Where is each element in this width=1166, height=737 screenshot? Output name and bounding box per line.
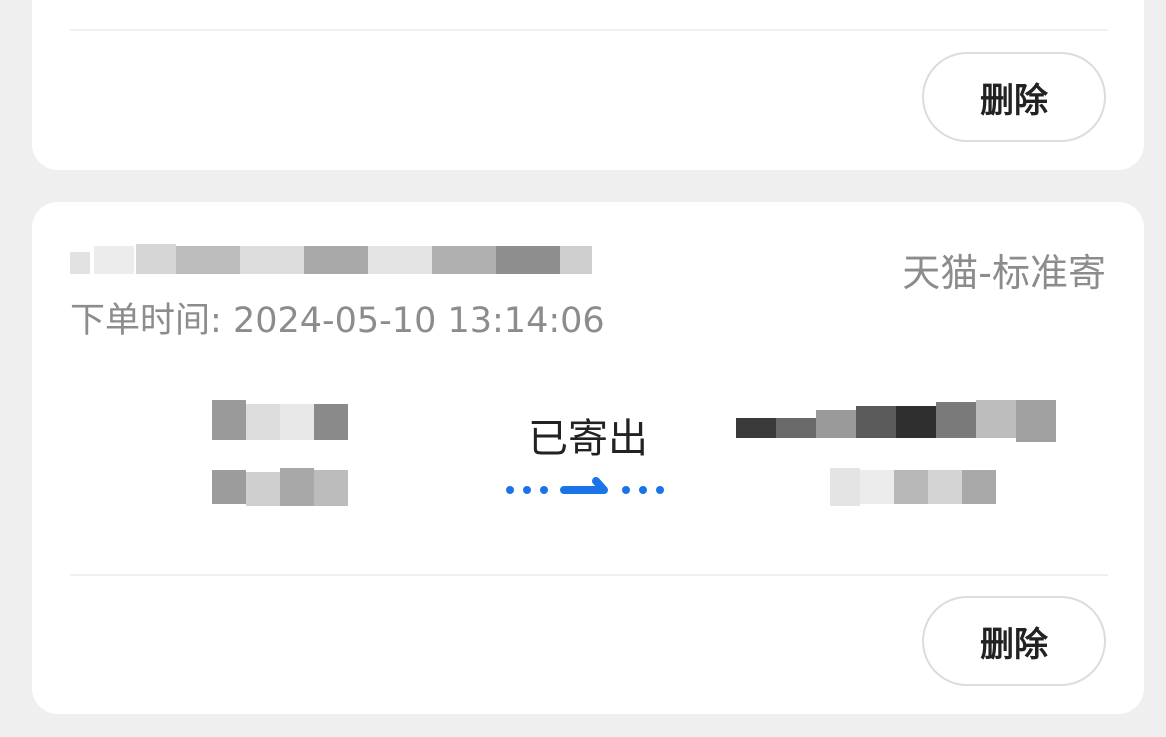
- delete-button[interactable]: 删除: [922, 596, 1106, 686]
- card-divider: [70, 574, 1108, 576]
- order-time: 下单时间: 2024-05-10 13:14:06: [70, 292, 605, 343]
- order-card-previous: 删除: [32, 0, 1144, 170]
- recipient-masked: [736, 398, 1056, 510]
- sender-masked: [212, 400, 348, 510]
- order-card[interactable]: 天猫-标准寄 下单时间: 2024-05-10 13:14:06 已寄出 删除: [32, 202, 1144, 714]
- order-time-label: 下单时间:: [70, 301, 222, 341]
- tracking-number-masked: [70, 242, 592, 280]
- express-order-list: 删除 天猫-标准寄 下单时间: 2024-05-10 13:14:06 已寄出 …: [0, 0, 1166, 737]
- dotted-right-arrow-icon: [506, 477, 664, 494]
- service-type-label: 天猫-标准寄: [902, 251, 1106, 295]
- shipment-status: 已寄出: [528, 416, 648, 462]
- order-time-value: 2024-05-10 13:14:06: [232, 301, 605, 341]
- card-divider: [70, 29, 1108, 31]
- delete-button[interactable]: 删除: [922, 52, 1106, 142]
